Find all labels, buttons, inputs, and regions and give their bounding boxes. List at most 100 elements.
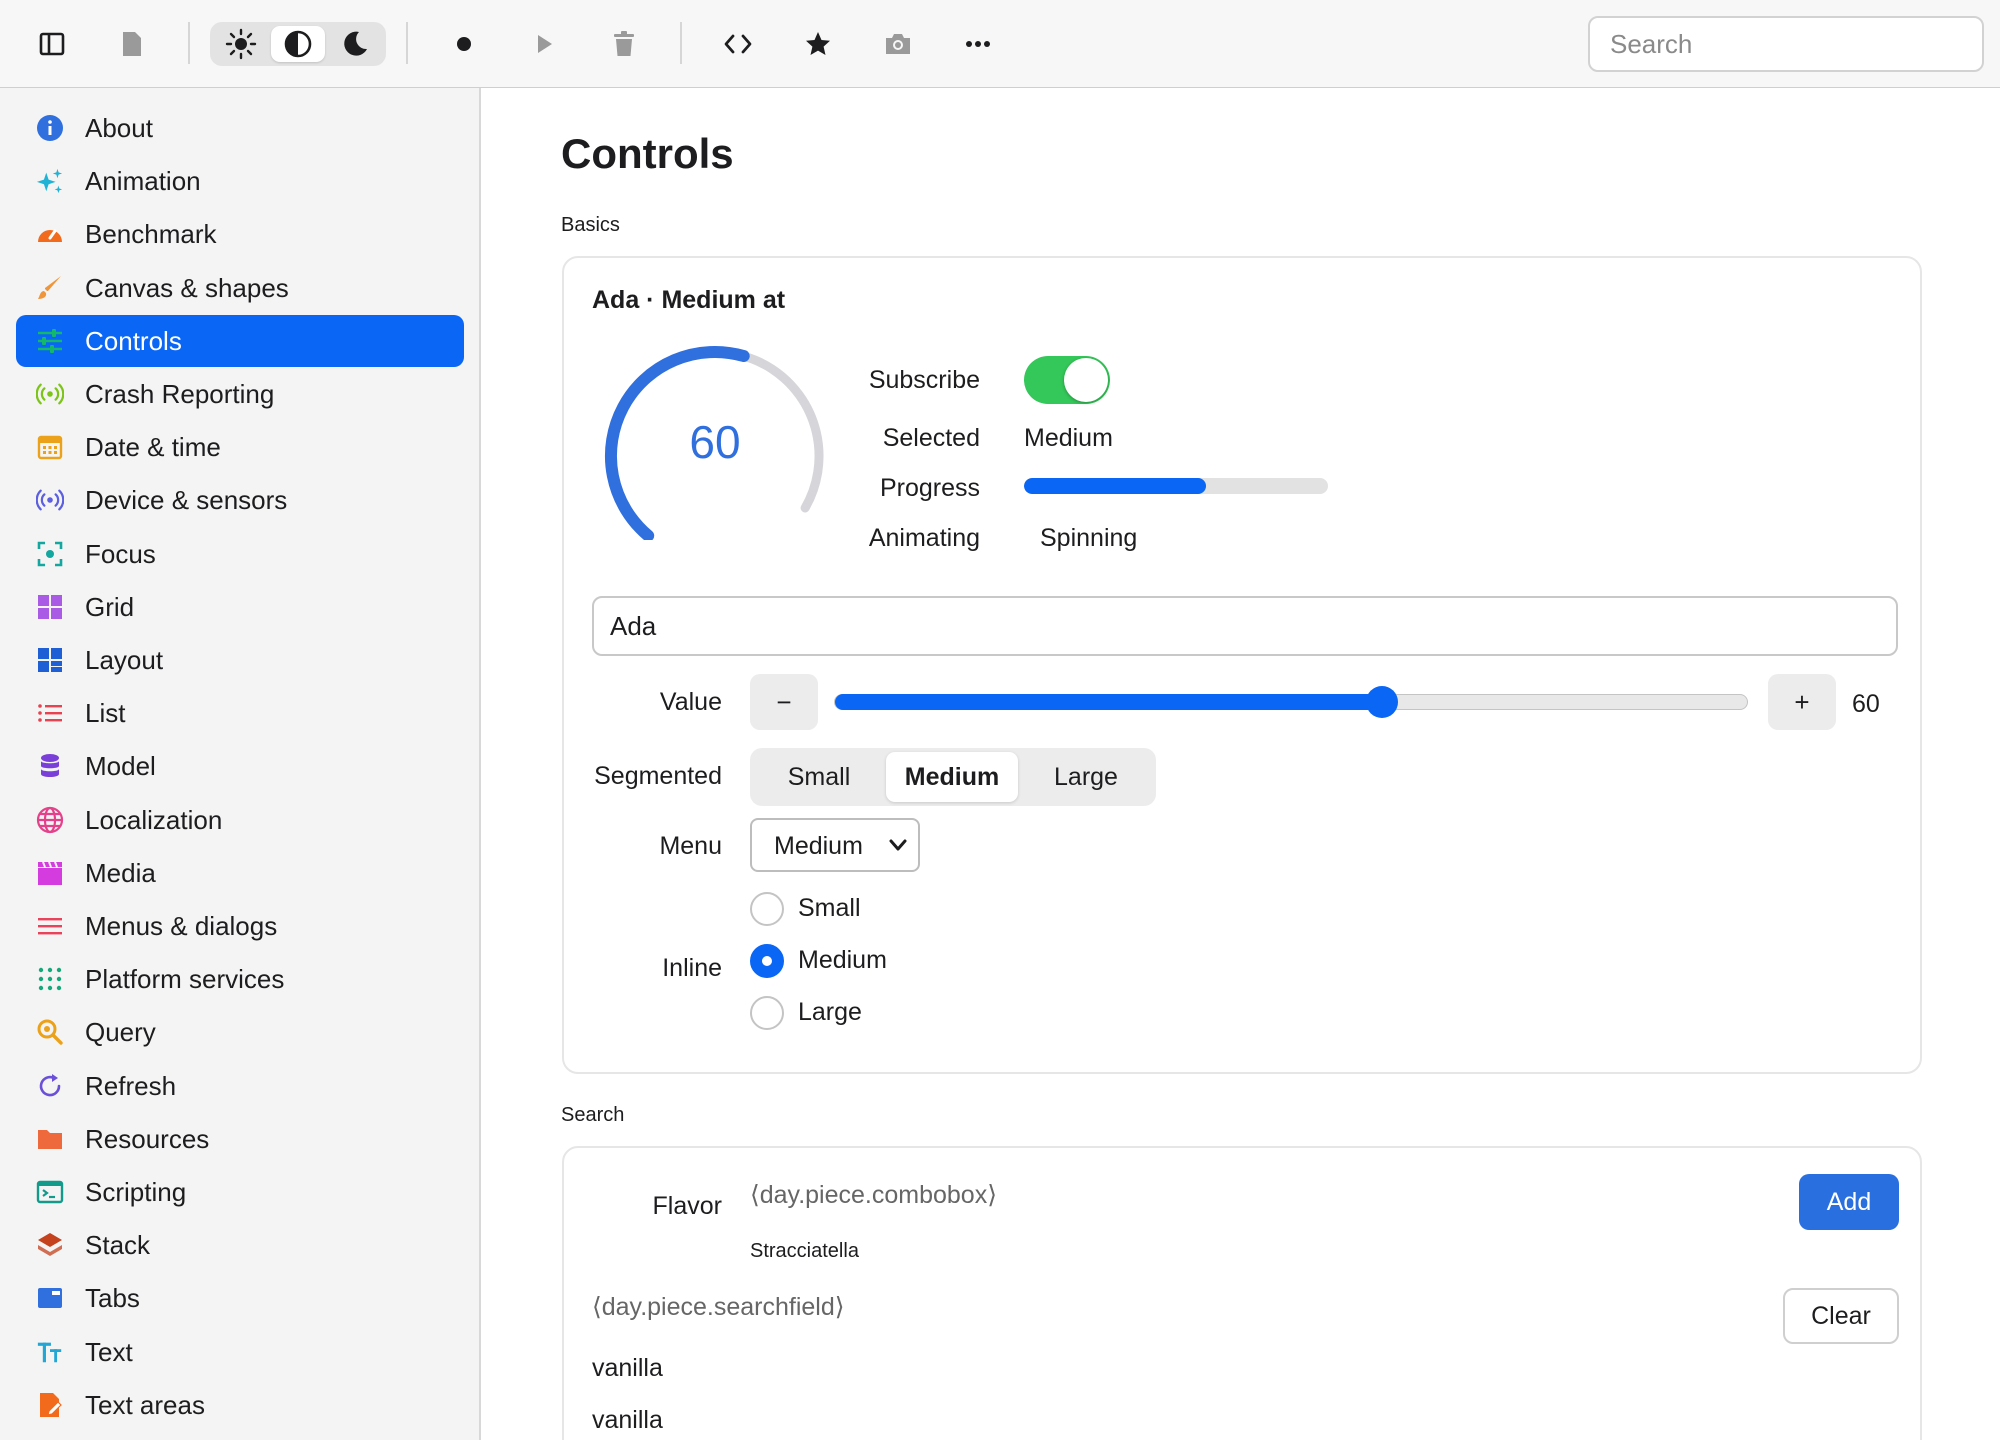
search-card: Flavor ⟨day.piece.combobox⟩ Add Straccia… bbox=[562, 1146, 1922, 1440]
increment-button[interactable]: + bbox=[1768, 674, 1836, 730]
sidebar-item-focus[interactable]: Focus bbox=[16, 528, 464, 580]
play-button[interactable] bbox=[520, 20, 568, 68]
record-button[interactable] bbox=[440, 20, 488, 68]
radio-large[interactable] bbox=[750, 996, 784, 1030]
sidebar-item-refresh[interactable]: Refresh bbox=[16, 1060, 464, 1112]
sidebar-item-label: Controls bbox=[85, 325, 182, 356]
segmented-label: Segmented bbox=[594, 762, 722, 790]
sun-icon bbox=[225, 28, 257, 60]
theme-switcher bbox=[210, 22, 386, 66]
section-label-search: Search bbox=[561, 1104, 625, 1126]
sidebar-item-query[interactable]: Query bbox=[16, 1006, 464, 1058]
sidebar-item-list[interactable]: List bbox=[16, 687, 464, 739]
decrement-button[interactable]: − bbox=[750, 674, 818, 730]
combobox-placeholder[interactable]: ⟨day.piece.combobox⟩ bbox=[750, 1180, 997, 1210]
sidebar-item-label: Tabs bbox=[85, 1283, 140, 1314]
slider-thumb[interactable] bbox=[1366, 686, 1399, 718]
sidebar-item-label: Benchmark bbox=[85, 219, 217, 250]
add-button[interactable]: Add bbox=[1799, 1174, 1899, 1230]
section-label-basics: Basics bbox=[561, 214, 620, 236]
page-title: Controls bbox=[561, 130, 734, 177]
sidebar-item-resources[interactable]: Resources bbox=[16, 1113, 464, 1165]
sidebar-item-label: Media bbox=[85, 857, 156, 888]
delete-button[interactable] bbox=[600, 20, 648, 68]
sidebar-toggle-icon bbox=[39, 32, 65, 56]
sidebar-item-model[interactable]: Model bbox=[16, 740, 464, 792]
subscribe-toggle[interactable] bbox=[1024, 356, 1110, 404]
clear-button[interactable]: Clear bbox=[1783, 1288, 1899, 1344]
sidebar-item-label: Query bbox=[85, 1017, 156, 1048]
sidebar-item-tabs[interactable]: Tabs bbox=[16, 1272, 464, 1324]
brush-icon bbox=[36, 274, 64, 302]
menu-label: Menu bbox=[659, 832, 722, 860]
favorite-button[interactable] bbox=[794, 20, 842, 68]
sidebar-item-label: Model bbox=[85, 751, 156, 782]
radio-medium[interactable] bbox=[750, 944, 784, 978]
sidebar-toggle-button[interactable] bbox=[28, 20, 76, 68]
sidebar-item-scripting[interactable]: Scripting bbox=[16, 1166, 464, 1218]
search-query-icon bbox=[36, 1018, 64, 1046]
sidebar-item-text-areas[interactable]: Text areas bbox=[16, 1379, 464, 1431]
radio-small[interactable] bbox=[750, 892, 784, 926]
sidebar-item-layout[interactable]: Layout bbox=[16, 634, 464, 686]
focus-icon bbox=[36, 540, 64, 568]
value-slider[interactable] bbox=[834, 686, 1748, 718]
sidebar-item-about[interactable]: About bbox=[16, 102, 464, 154]
sidebar-item-localization[interactable]: Localization bbox=[16, 794, 464, 846]
code-button[interactable] bbox=[714, 20, 762, 68]
sidebar-item-label: Text bbox=[85, 1336, 133, 1367]
sidebar-item-text[interactable]: Text bbox=[16, 1326, 464, 1378]
basics-card: Ada · Medium at 60 Subscribe Selected Me… bbox=[562, 256, 1922, 1074]
toolbar-divider bbox=[406, 22, 408, 64]
sidebar-item-label: Layout bbox=[85, 645, 164, 675]
slider-value: 60 bbox=[1852, 690, 1880, 718]
sidebar-item-menus-and-dialogs[interactable]: Menus & dialogs bbox=[16, 900, 464, 952]
radio-label-medium: Medium bbox=[798, 946, 887, 974]
text-area-icon bbox=[36, 1391, 64, 1419]
info-icon bbox=[36, 114, 64, 142]
sidebar-item-label: Menus & dialogs bbox=[85, 911, 278, 941]
segment-large[interactable]: Large bbox=[1020, 752, 1152, 802]
segment-small[interactable]: Small bbox=[754, 752, 884, 802]
inline-label: Inline bbox=[662, 954, 722, 982]
gauge-value: 60 bbox=[689, 416, 740, 468]
sidebar-item-stack[interactable]: Stack bbox=[16, 1219, 464, 1271]
stack-icon bbox=[36, 1231, 64, 1259]
name-field[interactable] bbox=[592, 596, 1898, 656]
sensor-icon bbox=[36, 486, 64, 514]
menu-select-value: Medium bbox=[774, 832, 863, 860]
sidebar-item-media[interactable]: Media bbox=[16, 847, 464, 899]
sidebar-item-date-and-time[interactable]: Date & time bbox=[16, 421, 464, 473]
sidebar-item-device-and-sensors[interactable]: Device & sensors bbox=[16, 474, 464, 526]
document-button[interactable] bbox=[108, 20, 156, 68]
camera-icon bbox=[886, 34, 910, 54]
screenshot-button[interactable] bbox=[874, 20, 922, 68]
dark-theme-button[interactable] bbox=[328, 26, 382, 62]
sidebar-item-crash-reporting[interactable]: Crash Reporting bbox=[16, 368, 464, 420]
auto-theme-button[interactable] bbox=[271, 26, 325, 62]
list-item: vanilla bbox=[592, 1406, 663, 1434]
sidebar-item-platform-services[interactable]: Platform services bbox=[16, 953, 464, 1005]
sidebar-item-label: Date & time bbox=[85, 432, 221, 463]
animating-value: Spinning bbox=[1040, 524, 1138, 552]
more-button[interactable] bbox=[954, 20, 1002, 68]
sidebar-item-label: Text areas bbox=[85, 1389, 205, 1420]
light-theme-button[interactable] bbox=[214, 26, 268, 62]
sidebar-item-benchmark[interactable]: Benchmark bbox=[16, 208, 464, 260]
segment-medium[interactable]: Medium bbox=[886, 752, 1018, 802]
search-input[interactable] bbox=[1588, 16, 1984, 72]
searchfield-placeholder[interactable]: ⟨day.piece.searchfield⟩ bbox=[592, 1292, 845, 1322]
record-icon bbox=[457, 37, 471, 51]
progress-fill bbox=[1024, 478, 1207, 494]
sidebar-item-controls[interactable]: Controls bbox=[16, 314, 464, 367]
main-content: Controls Basics Ada · Medium at 60 Subsc… bbox=[483, 88, 2000, 1440]
sidebar-item-label: Localization bbox=[85, 804, 223, 835]
menu-select[interactable]: Medium bbox=[750, 818, 920, 872]
globe-icon bbox=[36, 806, 64, 834]
sidebar-item-animation[interactable]: Animation bbox=[16, 155, 464, 207]
sidebar-item-label: Focus bbox=[85, 538, 156, 569]
sidebar-item-canvas-and-shapes[interactable]: Canvas & shapes bbox=[16, 262, 464, 314]
flavor-label: Flavor bbox=[652, 1192, 722, 1220]
sidebar-item-grid[interactable]: Grid bbox=[16, 581, 464, 633]
moon-icon bbox=[344, 31, 367, 56]
